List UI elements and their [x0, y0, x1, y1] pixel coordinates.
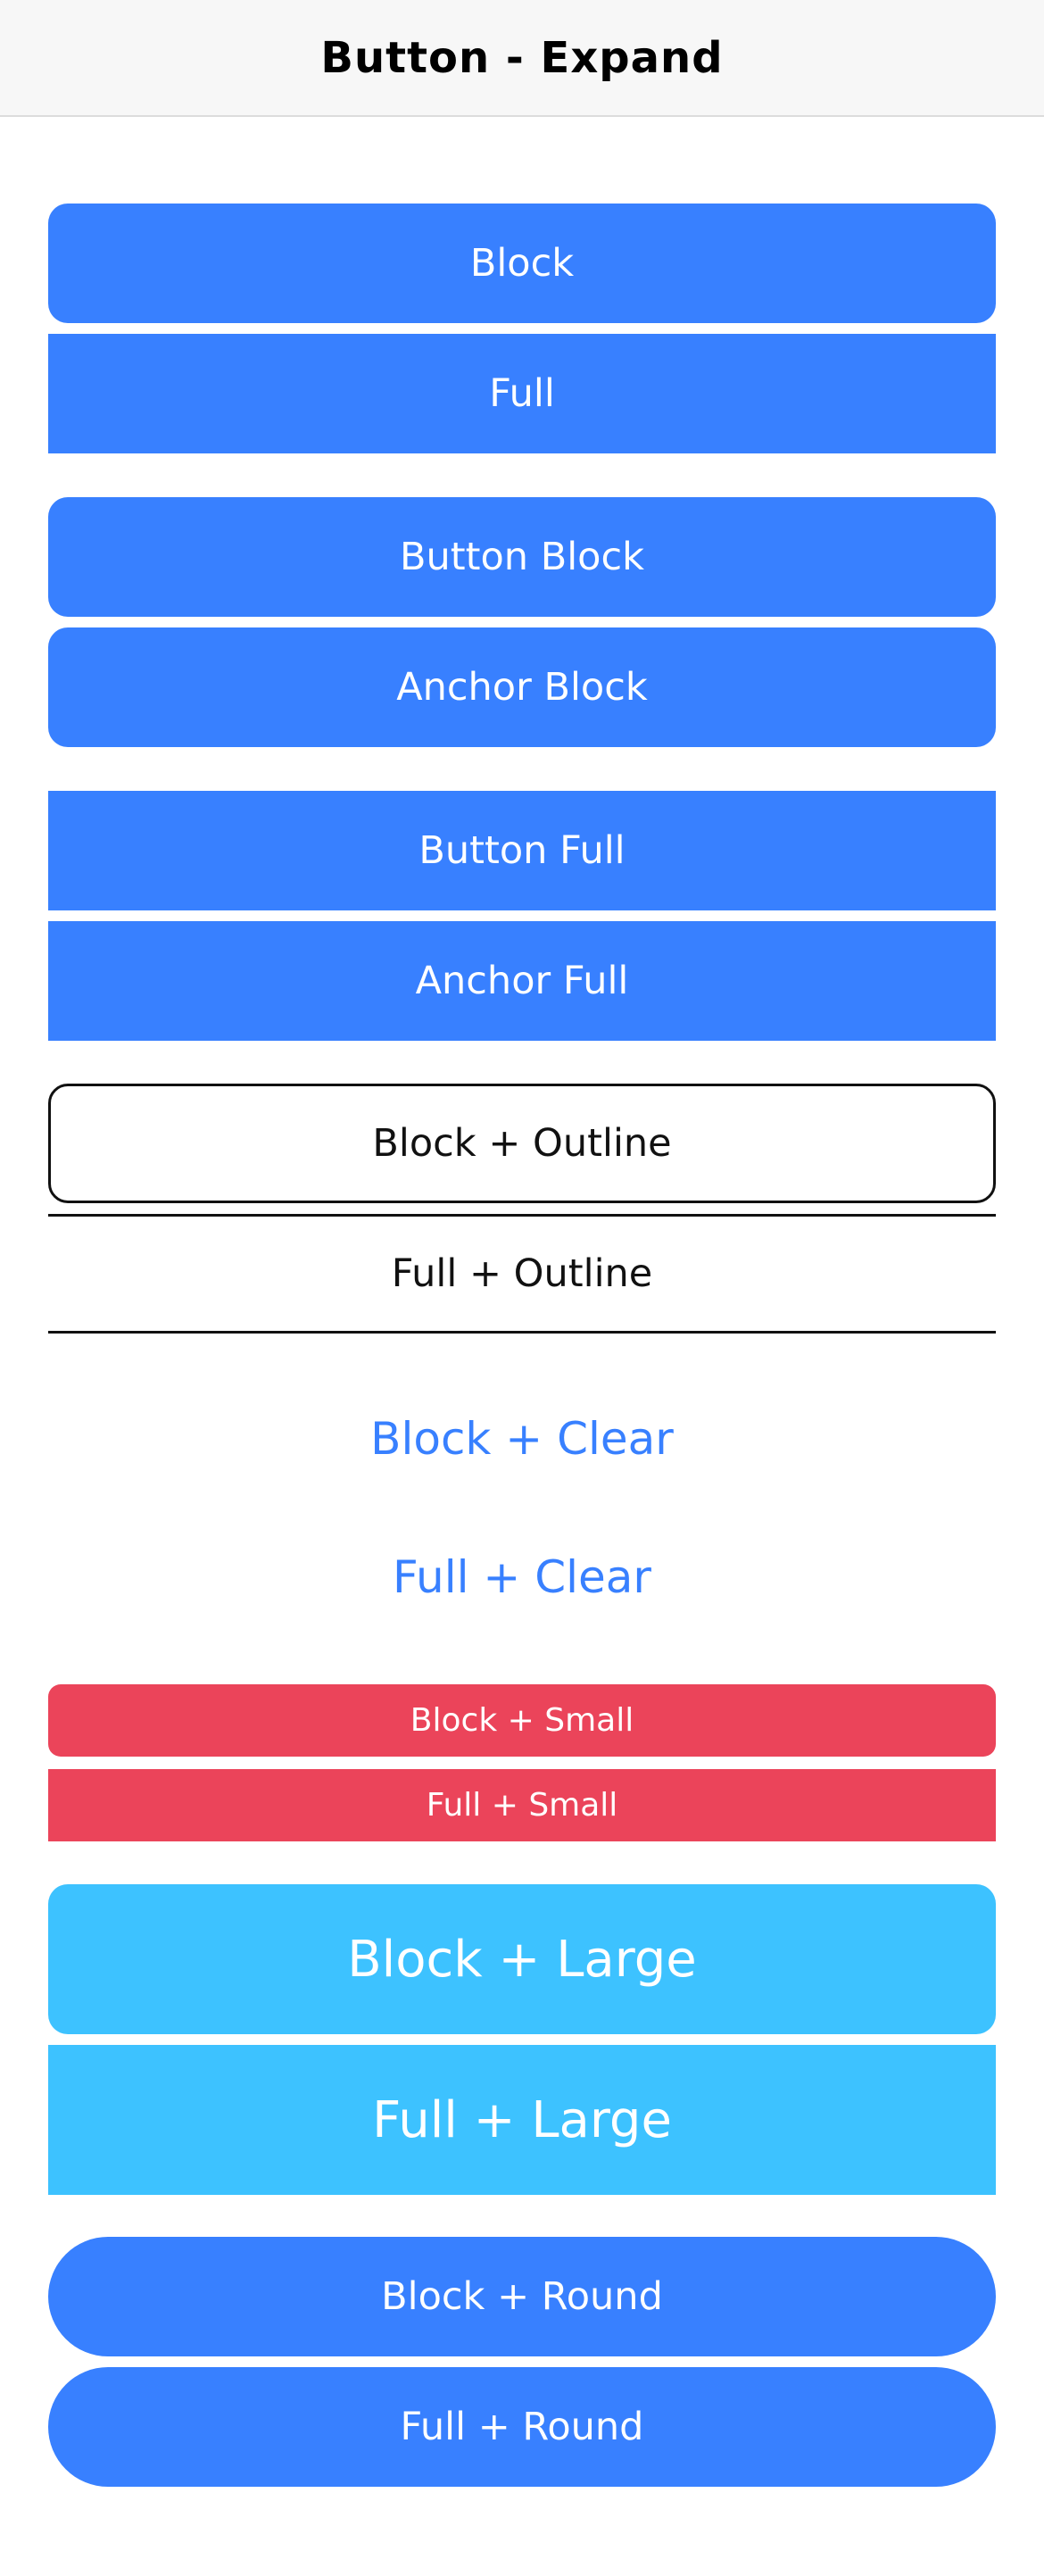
full-outline-button[interactable]: Full + Outline [48, 1214, 996, 1334]
anchor-block-link[interactable]: Anchor Block [48, 627, 996, 747]
anchor-full-link[interactable]: Anchor Full [48, 921, 996, 1041]
full-button[interactable]: Full [48, 334, 996, 453]
page-title: Button - Expand [320, 32, 724, 83]
block-outline-button[interactable]: Block + Outline [48, 1084, 996, 1203]
block-large-button[interactable]: Block + Large [48, 1884, 996, 2034]
block-small-button[interactable]: Block + Small [48, 1684, 996, 1757]
full-clear-button[interactable]: Full + Clear [48, 1517, 996, 1637]
button-full-button[interactable]: Button Full [48, 791, 996, 910]
toolbar: Button - Expand [0, 0, 1044, 117]
full-large-button[interactable]: Full + Large [48, 2045, 996, 2195]
block-button[interactable]: Block [48, 204, 996, 323]
block-clear-button[interactable]: Block + Clear [48, 1379, 996, 1499]
block-round-button[interactable]: Block + Round [48, 2237, 996, 2356]
button-block-button[interactable]: Button Block [48, 497, 996, 617]
full-round-button[interactable]: Full + Round [48, 2367, 996, 2487]
full-small-button[interactable]: Full + Small [48, 1769, 996, 1841]
